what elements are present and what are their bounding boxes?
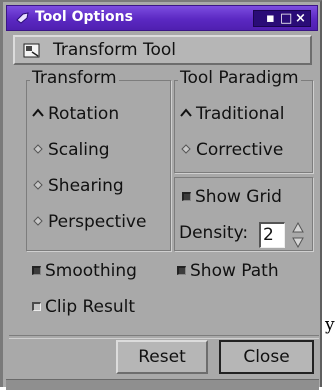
close-icon[interactable]: × bbox=[295, 11, 306, 26]
radio-perspective-label: Perspective bbox=[48, 212, 147, 232]
background-text-fragment: y bbox=[325, 315, 335, 335]
show-grid-checkbox[interactable]: Show Grid bbox=[182, 187, 282, 207]
checkbox-checked-icon bbox=[182, 192, 191, 201]
transform-tool-icon bbox=[23, 43, 40, 58]
title-bar[interactable]: Tool Options ▪ □ × bbox=[6, 5, 318, 31]
radio-shearing[interactable]: Shearing bbox=[32, 176, 124, 196]
radio-unselected-icon bbox=[33, 216, 43, 226]
radio-rotation-label: Rotation bbox=[48, 104, 120, 124]
radio-rotation[interactable]: Rotation bbox=[32, 104, 119, 124]
radio-scaling-label: Scaling bbox=[48, 140, 110, 160]
close-button[interactable]: Close bbox=[219, 340, 314, 374]
density-input[interactable]: 2 bbox=[259, 222, 285, 248]
tool-options-window: Tool Options ▪ □ × Transform Tool Transf… bbox=[0, 0, 322, 390]
transform-frame-label: Transform bbox=[30, 68, 119, 88]
paradigm-frame-label: Tool Paradigm bbox=[178, 68, 301, 88]
show-path-label: Show Path bbox=[190, 261, 279, 281]
smoothing-label: Smoothing bbox=[45, 261, 137, 281]
radio-selected-icon bbox=[180, 108, 192, 117]
reset-button[interactable]: Reset bbox=[116, 340, 208, 374]
radio-traditional-label: Traditional bbox=[196, 104, 285, 124]
radio-scaling[interactable]: Scaling bbox=[32, 140, 110, 160]
clip-result-label: Clip Result bbox=[45, 297, 136, 317]
checkbox-unchecked-icon bbox=[32, 302, 41, 311]
tool-header: Transform Tool bbox=[13, 35, 312, 65]
window-controls: ▪ □ × bbox=[253, 10, 311, 27]
density-spinner-icon[interactable] bbox=[291, 221, 305, 249]
window-menu-icon[interactable] bbox=[16, 11, 29, 24]
radio-unselected-icon bbox=[181, 144, 191, 154]
divider bbox=[9, 335, 319, 339]
density-label: Density: bbox=[179, 223, 249, 243]
radio-unselected-icon bbox=[33, 144, 43, 154]
radio-corrective[interactable]: Corrective bbox=[180, 140, 283, 160]
window-bottom-edge bbox=[6, 379, 319, 390]
minimize-icon[interactable]: ▪ bbox=[266, 11, 275, 26]
maximize-icon[interactable]: □ bbox=[280, 11, 292, 26]
radio-perspective[interactable]: Perspective bbox=[32, 212, 146, 232]
show-grid-label: Show Grid bbox=[195, 187, 282, 207]
checkbox-checked-icon bbox=[32, 266, 41, 275]
window-title: Tool Options bbox=[35, 9, 133, 25]
radio-shearing-label: Shearing bbox=[48, 176, 124, 196]
radio-corrective-label: Corrective bbox=[196, 140, 284, 160]
clip-result-checkbox[interactable]: Clip Result bbox=[32, 297, 135, 317]
tool-name: Transform Tool bbox=[53, 40, 176, 60]
smoothing-checkbox[interactable]: Smoothing bbox=[32, 261, 137, 281]
radio-traditional[interactable]: Traditional bbox=[180, 104, 285, 124]
show-path-checkbox[interactable]: Show Path bbox=[177, 261, 279, 281]
checkbox-checked-icon bbox=[177, 266, 186, 275]
radio-selected-icon bbox=[32, 108, 44, 117]
radio-unselected-icon bbox=[33, 180, 43, 190]
